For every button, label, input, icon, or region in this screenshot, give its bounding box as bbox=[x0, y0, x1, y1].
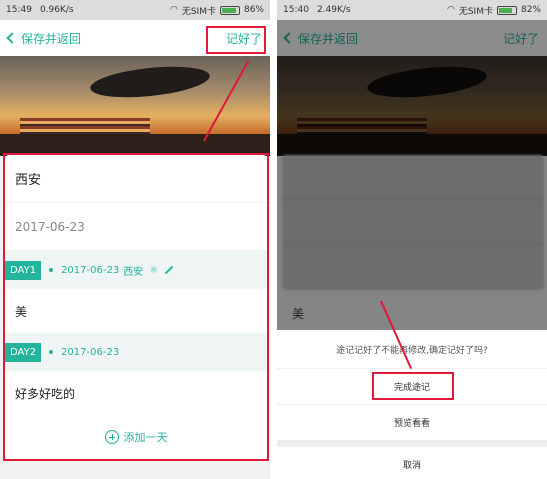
status-bar: 15:40 2.49K/s ◠ 无SIM卡 82% bbox=[277, 0, 547, 20]
cancel-button[interactable]: 取消 bbox=[277, 446, 547, 479]
carrier-label: 无SIM卡 bbox=[181, 6, 216, 17]
network-speed: 2.49K/s bbox=[316, 5, 351, 15]
wifi-icon: ◠ bbox=[169, 5, 178, 15]
screenshot-root: 15:49 0.96K/s ◠ 无SIM卡 86% 保存并返回 记好了 西安 2… bbox=[0, 0, 547, 479]
confirm-message: 途记记好了不能再修改,确定记好了吗? bbox=[336, 345, 488, 356]
battery-icon bbox=[496, 5, 517, 15]
highlight-box-finish bbox=[372, 372, 454, 400]
cloud-shape bbox=[88, 61, 212, 103]
highlight-box-form bbox=[3, 153, 269, 461]
status-bar: 15:49 0.96K/s ◠ 无SIM卡 86% bbox=[0, 0, 270, 20]
battery-icon bbox=[219, 5, 240, 15]
cover-photo[interactable] bbox=[0, 56, 270, 156]
left-screen: 15:49 0.96K/s ◠ 无SIM卡 86% 保存并返回 记好了 西安 2… bbox=[0, 0, 270, 479]
back-button[interactable]: 保存并返回 bbox=[6, 30, 82, 47]
screen-divider bbox=[270, 0, 277, 479]
battery-percent: 82% bbox=[520, 5, 541, 15]
status-time: 15:49 bbox=[6, 5, 32, 15]
battery-percent: 86% bbox=[243, 5, 264, 15]
status-right: ◠ 无SIM卡 86% bbox=[170, 4, 264, 17]
status-right: ◠ 无SIM卡 82% bbox=[447, 4, 541, 17]
confirm-sheet: 途记记好了不能再修改,确定记好了吗? 完成途记 预览看看 取消 bbox=[277, 330, 547, 479]
network-speed: 0.96K/s bbox=[39, 5, 74, 15]
highlight-box-done bbox=[206, 26, 266, 54]
carrier-label: 无SIM卡 bbox=[458, 6, 493, 17]
wifi-icon: ◠ bbox=[446, 5, 455, 15]
note-text: 美 bbox=[292, 307, 305, 321]
right-screen: 15:40 2.49K/s ◠ 无SIM卡 82% 保存并返回 记好了 美 途记… bbox=[277, 0, 547, 479]
preview-button[interactable]: 预览看看 bbox=[277, 404, 547, 440]
back-label: 保存并返回 bbox=[21, 31, 82, 46]
status-time: 15:40 bbox=[283, 5, 309, 15]
chevron-left-icon bbox=[6, 32, 18, 44]
